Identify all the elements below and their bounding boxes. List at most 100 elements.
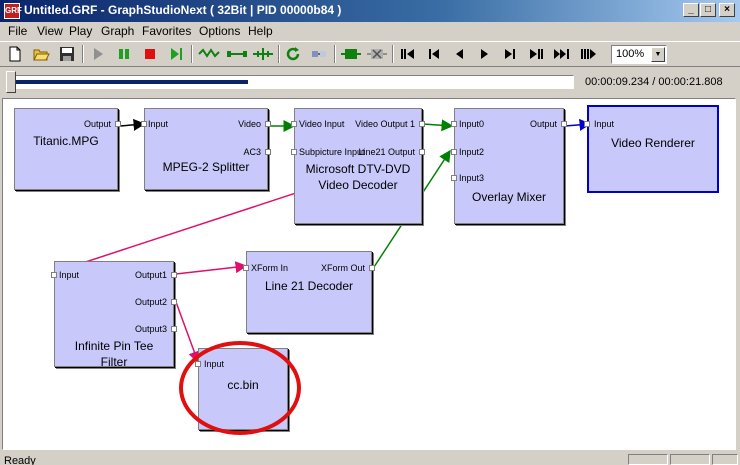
maximize-button[interactable]: □ [700, 3, 716, 17]
xform-in-pin[interactable] [243, 265, 249, 271]
toolbar-separator [82, 45, 84, 63]
filter-name: Overlay Mixer [471, 190, 546, 204]
zoom-select[interactable]: 100% ▼ [611, 45, 667, 64]
pin-line21-output: Line21 Output [358, 147, 415, 157]
input-pin[interactable] [51, 272, 57, 278]
status-bar: Ready [0, 452, 740, 465]
last-frame-icon[interactable] [527, 45, 545, 63]
forward-icon[interactable] [475, 45, 493, 63]
graph-canvas[interactable]: Titanic.MPG Output Input Video AC3 MPEG-… [2, 98, 736, 450]
pin-video: Video [238, 119, 261, 129]
pin-output3: Output3 [134, 324, 167, 334]
chevron-down-icon[interactable]: ▼ [651, 47, 665, 62]
pin-ac3: AC3 [243, 147, 261, 157]
video-pin[interactable] [265, 121, 271, 127]
filter-name: Infinite Pin Tee Filter [74, 339, 154, 369]
video-output-pin[interactable] [419, 121, 425, 127]
open-folder-icon[interactable] [32, 45, 50, 63]
link-decoder-mixer[interactable] [422, 119, 454, 132]
filter-mpeg2-splitter[interactable]: Input Video AC3 MPEG-2 Splitter [141, 108, 271, 190]
menu-bar: File View Play Graph Favorites Options H… [0, 22, 740, 40]
filter-infinite-pin-tee[interactable]: Input Output1 Output2 Output3 Infinite P… [51, 261, 177, 369]
pin-input3: Input3 [459, 173, 485, 183]
pause-icon[interactable] [115, 45, 133, 63]
input-pin[interactable] [584, 121, 590, 127]
menu-view[interactable]: View [37, 24, 63, 38]
seek-progress [11, 80, 248, 84]
pin-xform-in: XForm In [251, 263, 289, 273]
seek-graph-icon[interactable] [198, 45, 222, 63]
input0-pin[interactable] [451, 121, 457, 127]
filter-icon[interactable] [310, 45, 328, 63]
title-bar: GRF Untitled.GRF - GraphStudioNext ( 32B… [0, 0, 740, 22]
seek-track[interactable] [8, 75, 574, 89]
input2-pin[interactable] [451, 149, 457, 155]
app-icon: GRF [4, 3, 22, 19]
toolbar: 100% ▼ [0, 41, 740, 67]
menu-favorites[interactable]: Favorites [142, 24, 191, 38]
output-pin[interactable] [561, 121, 567, 127]
prev-frame-icon[interactable] [425, 45, 443, 63]
menu-file[interactable]: File [8, 24, 27, 38]
step-icon[interactable] [167, 45, 185, 63]
new-file-icon[interactable] [6, 45, 24, 63]
menu-options[interactable]: Options [199, 24, 240, 38]
pin-output2: Output2 [134, 297, 167, 307]
pin-input: Input [59, 270, 80, 280]
toolbar-separator [392, 45, 394, 63]
output2-pin[interactable] [171, 299, 177, 305]
back-icon[interactable] [451, 45, 469, 63]
remove-filter-icon[interactable] [366, 45, 388, 63]
status-pane [712, 454, 738, 465]
pin-input: Input [594, 119, 615, 129]
filter-dtv-dvd-decoder[interactable]: Video Input Video Output 1 Subpicture In… [291, 108, 425, 224]
seek-bar: 00:00:09.234 / 00:00:21.808 [0, 68, 740, 98]
video-input-pin[interactable] [291, 121, 297, 127]
pin-xform-out: XForm Out [320, 263, 365, 273]
insert-filter-icon[interactable] [340, 45, 362, 63]
next-frame-icon[interactable] [501, 45, 519, 63]
toolbar-separator [191, 45, 193, 63]
render-pin-icon[interactable] [252, 45, 274, 63]
line21-output-pin[interactable] [419, 149, 425, 155]
filter-name: Line 21 Decoder [264, 279, 354, 293]
input-pin[interactable] [141, 121, 147, 127]
menu-graph[interactable]: Graph [101, 24, 134, 38]
menu-help[interactable]: Help [248, 24, 273, 38]
subpicture-input-pin[interactable] [291, 149, 297, 155]
status-pane [628, 454, 668, 465]
output-pin[interactable] [115, 121, 121, 127]
play-icon[interactable] [89, 45, 107, 63]
ac3-pin[interactable] [265, 149, 271, 155]
end-frame-icon[interactable] [553, 45, 571, 63]
filter-overlay-mixer[interactable]: Input0 Output Input2 Input3 Overlay Mixe… [451, 108, 567, 224]
filter-video-renderer[interactable]: Input Video Renderer [584, 105, 719, 193]
first-frame-icon[interactable] [399, 45, 417, 63]
refresh-icon[interactable] [284, 45, 302, 63]
filter-line21-decoder[interactable]: XForm In XForm Out Line 21 Decoder [243, 251, 375, 333]
close-button[interactable]: × [719, 3, 735, 17]
fast-forward-icon[interactable] [579, 45, 597, 63]
filter-name: Microsoft DTV-DVD Video Decoder [305, 162, 411, 192]
zoom-value: 100% [616, 48, 645, 60]
pin-input2: Input2 [459, 147, 485, 157]
link-tee-ccbin[interactable] [175, 301, 201, 364]
menu-play[interactable]: Play [69, 24, 92, 38]
seek-thumb[interactable] [6, 71, 16, 93]
output1-pin[interactable] [171, 272, 177, 278]
highlight-annotation [179, 341, 301, 435]
pin-output: Output [529, 119, 557, 129]
filter-titanic-mpg[interactable]: Titanic.MPG Output [14, 108, 121, 190]
connect-icon[interactable] [226, 45, 248, 63]
stop-icon[interactable] [141, 45, 159, 63]
input3-pin[interactable] [451, 175, 457, 181]
pin-input: Input [148, 119, 169, 129]
pin-input0: Input0 [459, 119, 485, 129]
output3-pin[interactable] [171, 326, 177, 332]
save-icon[interactable] [58, 45, 76, 63]
xform-out-pin[interactable] [369, 265, 375, 271]
toolbar-separator [334, 45, 336, 63]
link-tee-line21[interactable] [175, 261, 248, 275]
pin-video-input: Video Input [299, 119, 345, 129]
minimize-button[interactable]: _ [683, 3, 699, 17]
